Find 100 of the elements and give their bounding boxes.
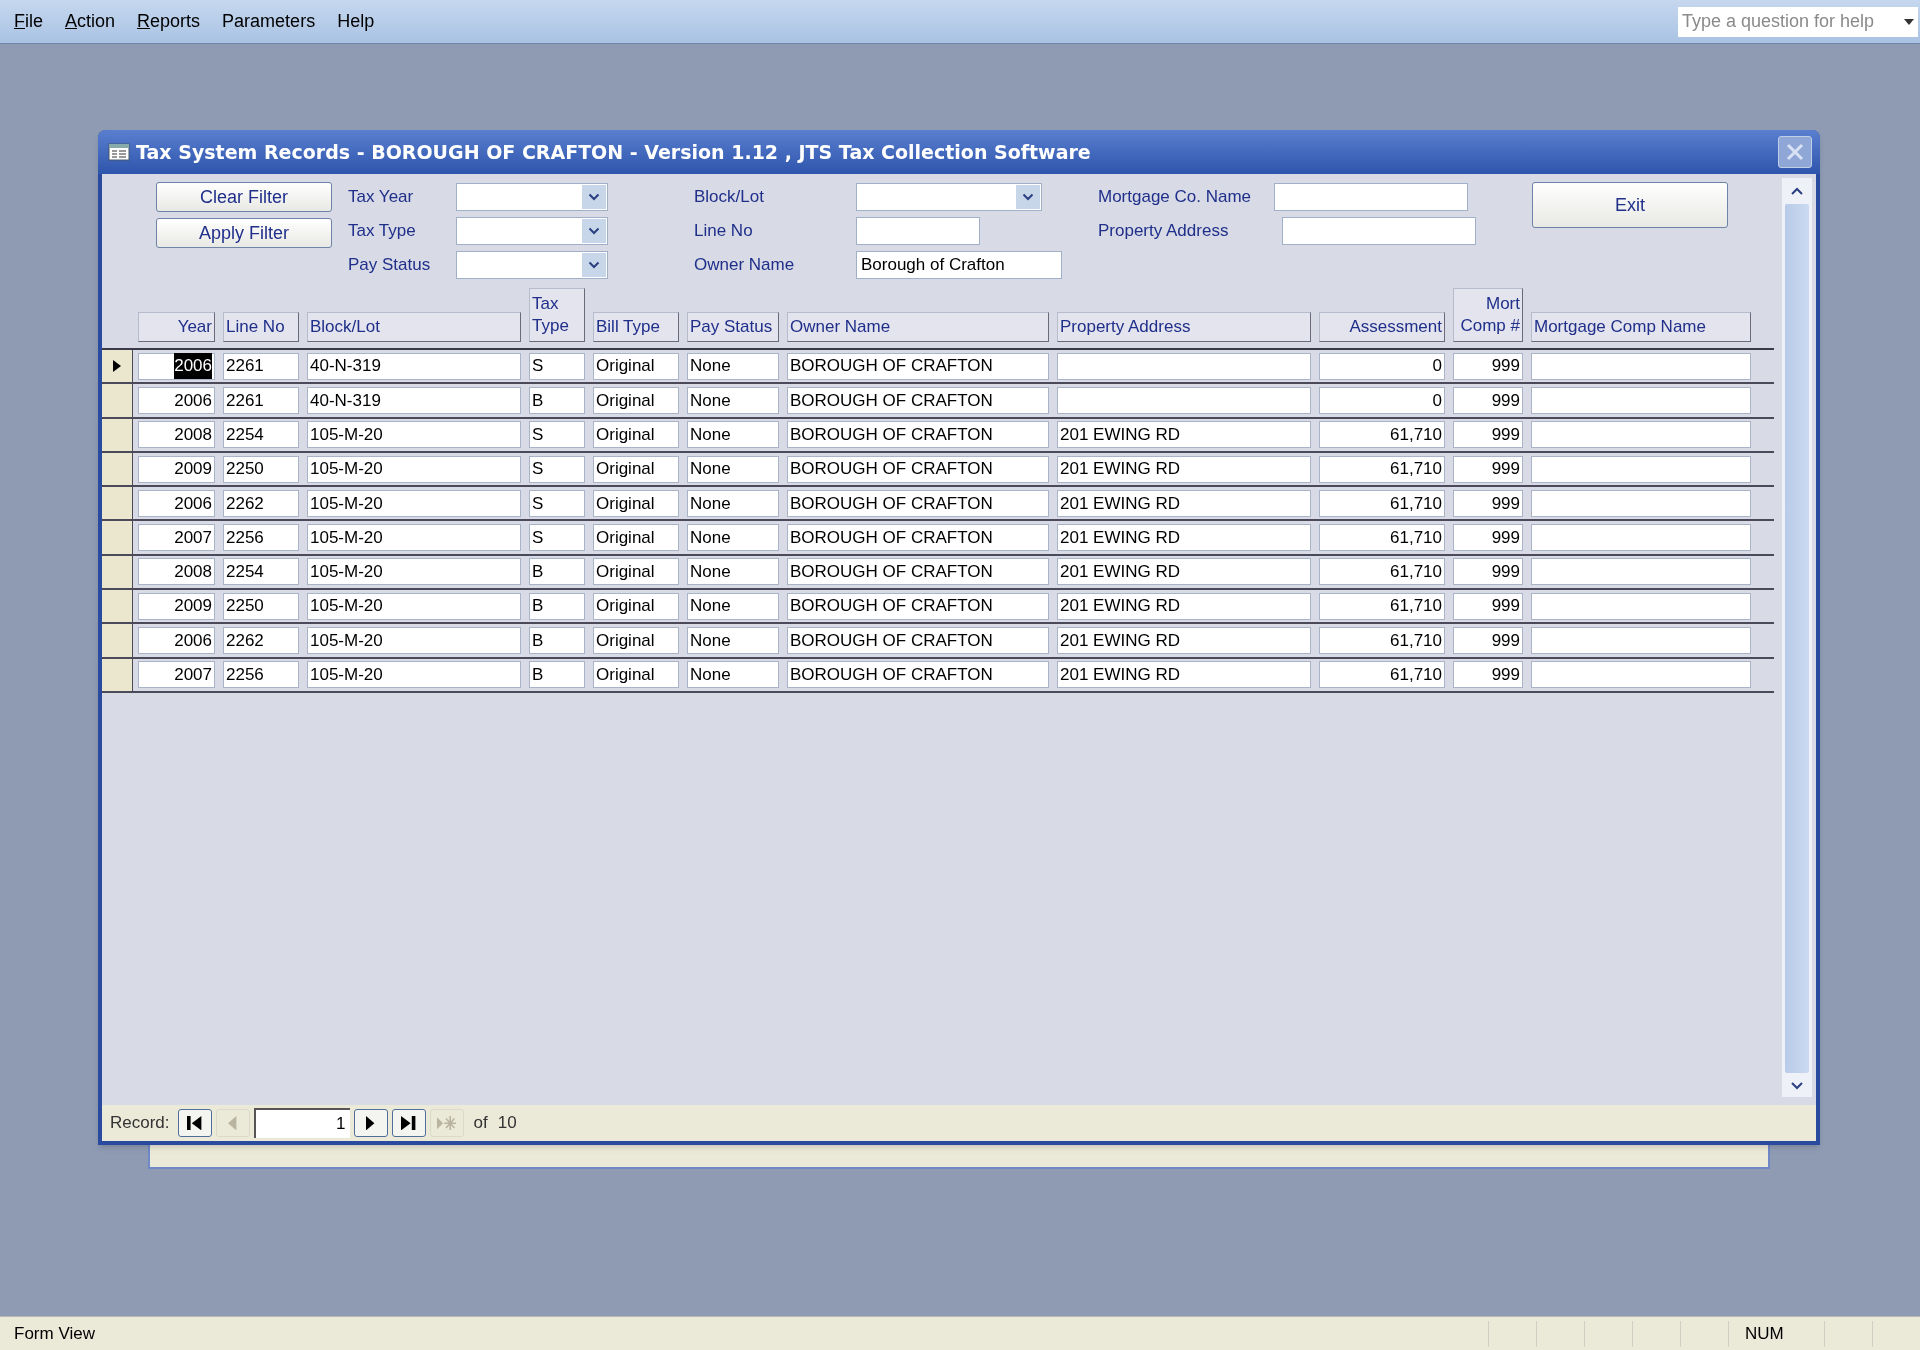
table-cell: Original (593, 661, 679, 689)
filter-input[interactable] (1274, 183, 1468, 211)
filter-input[interactable] (856, 217, 980, 245)
table-cell: 105-M-20 (307, 524, 521, 552)
table-cell: BOROUGH OF CRAFTON (787, 386, 1049, 414)
table-cell: S (529, 352, 585, 380)
record-total: 10 (497, 1112, 517, 1135)
record-nav-button[interactable] (353, 1109, 388, 1137)
table-cell: 40-N-319 (307, 352, 521, 380)
next-record-icon (366, 1115, 375, 1131)
table-cell: 2262 (223, 489, 299, 517)
first-record-icon (187, 1115, 202, 1131)
table-cell: 105-M-20 (307, 592, 521, 620)
chevron-down-icon (1022, 193, 1034, 201)
column-header[interactable]: Bill Type (593, 312, 679, 342)
menu-item[interactable]: File (14, 8, 43, 35)
column-header[interactable]: Assessment (1319, 312, 1445, 342)
chevron-down-icon (588, 193, 600, 201)
table-cell: 2007 (138, 661, 215, 689)
menu-item[interactable]: Reports (137, 8, 201, 35)
status-text: Form View (13, 1322, 96, 1345)
table-cell: 999 (1453, 627, 1523, 654)
table-cell: 2006 (138, 386, 215, 414)
table-cell: 999 (1453, 661, 1523, 689)
filter-label: Line No (694, 220, 754, 243)
table-cell: BOROUGH OF CRAFTON (787, 627, 1049, 654)
column-header[interactable]: Owner Name (787, 312, 1049, 342)
table-cell: Original (593, 489, 679, 517)
table-cell: 61,710 (1319, 524, 1445, 552)
column-header[interactable]: Line No (223, 312, 299, 342)
row-selector[interactable] (102, 555, 133, 589)
menu-item[interactable]: Action (65, 8, 116, 35)
row-selector[interactable] (102, 487, 133, 520)
table-cell: 61,710 (1319, 421, 1445, 449)
row-selector[interactable] (102, 624, 133, 657)
filter-label: Owner Name (694, 254, 796, 277)
table-cell: 105-M-20 (307, 455, 521, 483)
table-cell: 2009 (138, 455, 215, 483)
table-cell: None (687, 352, 779, 380)
table-cell: 2256 (223, 524, 299, 552)
column-header[interactable]: Tax Type (529, 288, 585, 342)
column-header[interactable]: Property Address (1057, 312, 1311, 342)
row-selector[interactable] (102, 590, 133, 623)
filter-button[interactable]: Apply Filter (156, 218, 332, 248)
table-cell: 2006 (138, 627, 215, 654)
row-selector[interactable] (102, 350, 133, 383)
row-selector[interactable] (102, 521, 133, 554)
table-cell: None (687, 627, 779, 654)
table-cell: None (687, 524, 779, 552)
filter-input[interactable]: Borough of Crafton (856, 251, 1062, 279)
table-cell: 999 (1453, 455, 1523, 483)
table-cell: 201 EWING RD (1057, 421, 1311, 449)
row-selector[interactable] (102, 384, 133, 417)
table-cell: 2008 (138, 558, 215, 586)
table-cell: 999 (1453, 524, 1523, 552)
table-cell: 2254 (223, 421, 299, 449)
filter-label: Tax Year (348, 186, 415, 209)
menu-item[interactable]: Parameters (222, 8, 316, 35)
menu-item[interactable]: Help (337, 8, 375, 35)
column-header[interactable]: Mort Comp # (1453, 288, 1523, 342)
table-cell: 2262 (223, 627, 299, 654)
table-cell: S (529, 524, 585, 552)
table-cell: BOROUGH OF CRAFTON (787, 524, 1049, 552)
row-selector[interactable] (102, 418, 133, 451)
table-cell: 105-M-20 (307, 489, 521, 517)
table-cell: 2254 (223, 558, 299, 586)
table-cell: 999 (1453, 352, 1523, 380)
column-header[interactable]: Mortgage Comp Name (1531, 312, 1751, 342)
exit-button[interactable]: Exit (1532, 182, 1728, 228)
vertical-scrollbar[interactable] (1782, 178, 1812, 1097)
table-cell: 61,710 (1319, 627, 1445, 654)
filter-input[interactable] (1282, 217, 1476, 245)
table-cell: Original (593, 558, 679, 586)
chevron-down-icon (588, 227, 600, 235)
table-cell: S (529, 455, 585, 483)
table-cell: BOROUGH OF CRAFTON (787, 489, 1049, 517)
record-nav-button[interactable] (177, 1109, 212, 1137)
table-cell: 40-N-319 (307, 386, 521, 414)
table-cell: 105-M-20 (307, 421, 521, 449)
column-header[interactable]: Block/Lot (307, 312, 521, 342)
filter-label: Tax Type (348, 220, 417, 243)
table-cell: S (529, 489, 585, 517)
table-cell: 201 EWING RD (1057, 489, 1311, 517)
last-record-icon (401, 1115, 416, 1131)
row-selector[interactable] (102, 658, 133, 691)
table-cell: 999 (1453, 386, 1523, 414)
filter-label: Mortgage Co. Name (1098, 186, 1253, 209)
table-cell: 2009 (138, 592, 215, 620)
prev-record-icon (228, 1115, 237, 1131)
record-number-field[interactable]: 1 (253, 1108, 350, 1138)
table-cell: S (529, 421, 585, 449)
filter-button[interactable]: Clear Filter (156, 182, 332, 212)
table-cell: None (687, 455, 779, 483)
scroll-down-icon (1790, 1081, 1804, 1091)
row-selector[interactable] (102, 452, 133, 486)
help-search-field[interactable]: Type a question for help (1678, 6, 1918, 37)
table-cell: 2261 (223, 386, 299, 414)
column-header[interactable]: Year (138, 312, 215, 342)
record-nav-button[interactable] (391, 1109, 426, 1137)
column-header[interactable]: Pay Status (687, 312, 779, 342)
